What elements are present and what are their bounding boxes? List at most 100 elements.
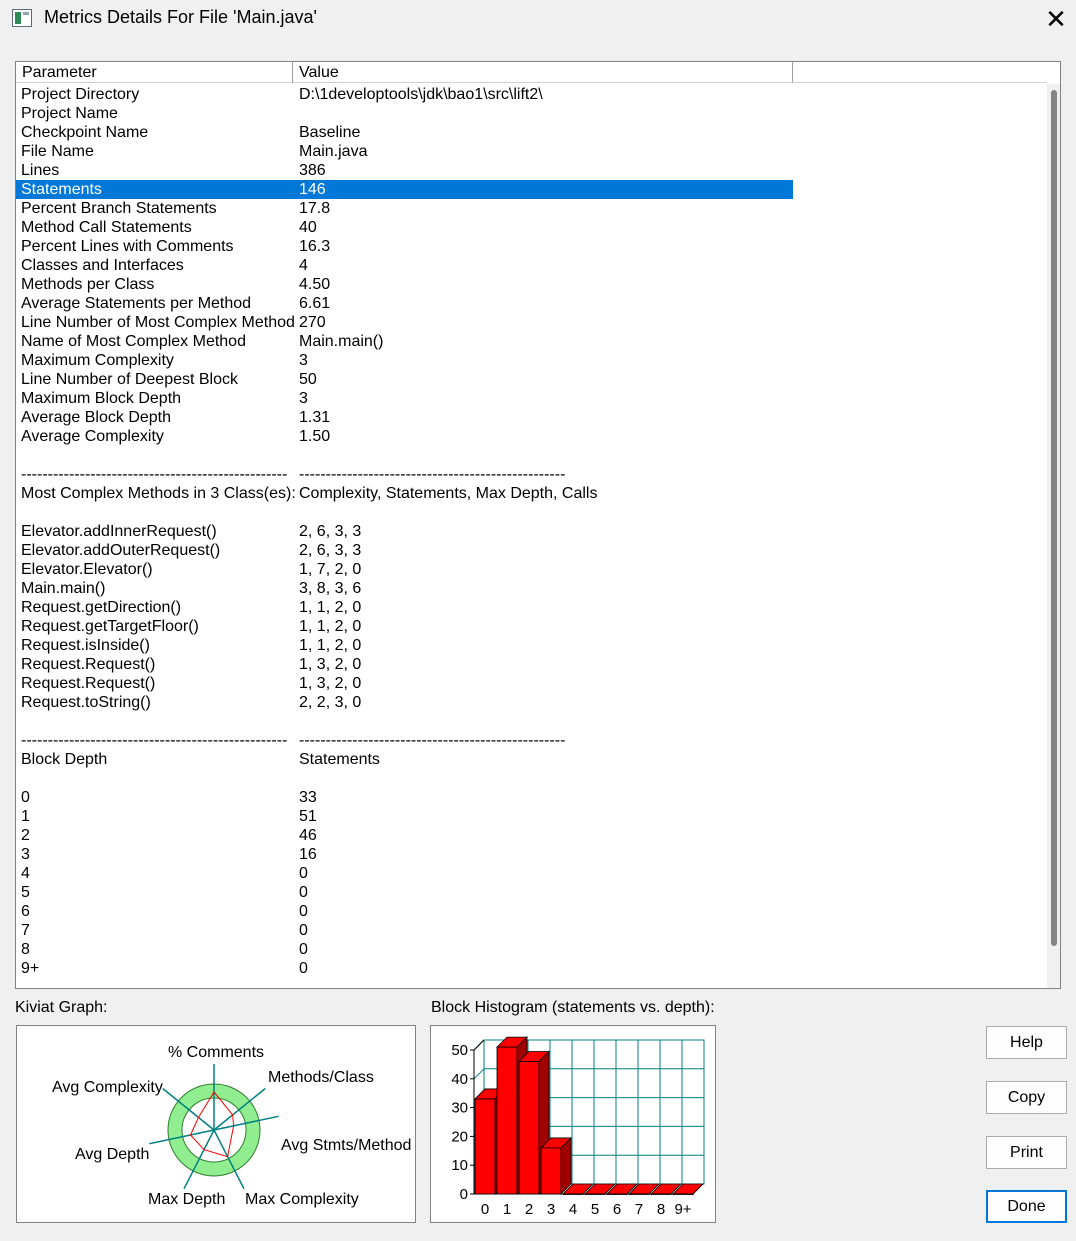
list-row[interactable] bbox=[16, 446, 1048, 465]
histogram-y-tick-label: 30 bbox=[451, 1100, 468, 1117]
list-row[interactable]: Project Name bbox=[16, 104, 1048, 123]
row-parameter: Elevator.addInnerRequest() bbox=[21, 523, 217, 540]
column-header-parameter[interactable]: Parameter bbox=[16, 62, 293, 83]
list-row[interactable]: 80 bbox=[16, 940, 1048, 959]
list-row[interactable]: 50 bbox=[16, 883, 1048, 902]
metrics-list[interactable]: Parameter Value Project Directory D:\1dev… bbox=[15, 61, 1061, 989]
list-row[interactable]: Most Complex Methods in 3 Class(es): Comp… bbox=[16, 484, 1048, 503]
list-row[interactable]: Classes and Interfaces 4 bbox=[16, 256, 1048, 275]
row-parameter: Request.Request() bbox=[21, 675, 156, 692]
kiviat-axis-label: Max Complexity bbox=[245, 1191, 359, 1208]
row-value: 1, 3, 2, 0 bbox=[299, 675, 362, 692]
list-row[interactable]: 1 51 bbox=[16, 807, 1048, 826]
list-row[interactable]: Percent Branch Statements 17.8 bbox=[16, 199, 1048, 218]
row-value: 0 bbox=[299, 865, 308, 882]
row-parameter: Line Number of Deepest Block bbox=[21, 371, 238, 388]
histogram-y-tick-label: 40 bbox=[451, 1071, 468, 1088]
row-parameter: Project Name bbox=[21, 105, 118, 122]
list-row[interactable]: Maximum Complexity 3 bbox=[16, 351, 1048, 370]
list-row[interactable]: Request.isInside() 1, 1, 2, 0 bbox=[16, 636, 1048, 655]
row-value: 16.3 bbox=[299, 238, 331, 255]
list-row[interactable] bbox=[16, 769, 1048, 788]
row-value: Main.main() bbox=[299, 333, 384, 350]
list-row[interactable]: Average Block Depth 1.31 bbox=[16, 408, 1048, 427]
row-parameter: Name of Most Complex Method bbox=[21, 333, 246, 350]
kiviat-graph: % Comments Methods/Class Avg Stmts/Metho… bbox=[16, 1025, 416, 1223]
list-row[interactable]: Checkpoint Name Baseline bbox=[16, 123, 1048, 142]
scrollbar-thumb[interactable] bbox=[1051, 90, 1057, 946]
row-value: D:\1developtools\jdk\bao1\src\lift2\ bbox=[299, 86, 543, 103]
column-header-value[interactable]: Value bbox=[293, 62, 793, 83]
vertical-scrollbar[interactable] bbox=[1047, 84, 1060, 988]
list-header: Parameter Value bbox=[16, 62, 1060, 84]
row-value: 2, 6, 3, 3 bbox=[299, 542, 362, 559]
list-row[interactable]: Maximum Block Depth 3 bbox=[16, 389, 1048, 408]
histogram-x-tick-label: 4 bbox=[569, 1201, 577, 1218]
row-parameter: Request.getDirection() bbox=[21, 599, 182, 616]
list-row[interactable]: Main.main() 3, 8, 3, 6 bbox=[16, 579, 1048, 598]
list-row[interactable]: 60 bbox=[16, 902, 1048, 921]
list-row[interactable]: Name of Most Complex Method Main.main() bbox=[16, 332, 1048, 351]
list-row[interactable]: 3 16 bbox=[16, 845, 1048, 864]
list-row[interactable]: Average Complexity 1.50 bbox=[16, 427, 1048, 446]
list-row[interactable]: Methods per Class 4.50 bbox=[16, 275, 1048, 294]
close-button[interactable]: ✕ bbox=[1038, 2, 1074, 36]
histogram-bar bbox=[628, 1193, 650, 1195]
row-parameter: Methods per Class bbox=[21, 276, 155, 293]
list-row[interactable]: Request.Request() 1, 3, 2, 0 bbox=[16, 655, 1048, 674]
row-value: Main.java bbox=[299, 143, 368, 160]
list-row[interactable]: Request.toString() 2, 2, 3, 0 bbox=[16, 693, 1048, 712]
list-row[interactable]: File Name Main.java bbox=[16, 142, 1048, 161]
list-row[interactable]: Percent Lines with Comments 16.3 bbox=[16, 237, 1048, 256]
row-value: 1.50 bbox=[299, 428, 331, 445]
list-row[interactable]: Method Call Statements 40 bbox=[16, 218, 1048, 237]
list-row[interactable]: Average Statements per Method 6.61 bbox=[16, 294, 1048, 313]
list-row[interactable]: Lines 386 bbox=[16, 161, 1048, 180]
list-row[interactable]: 70 bbox=[16, 921, 1048, 940]
histogram-x-tick-label: 8 bbox=[657, 1201, 665, 1218]
list-row[interactable]: ----------------------------------------… bbox=[16, 465, 1048, 484]
list-row[interactable]: Statements 146 bbox=[16, 180, 793, 199]
row-parameter: 8 bbox=[21, 941, 30, 958]
list-row[interactable]: Request.Request() 1, 3, 2, 0 bbox=[16, 674, 1048, 693]
row-parameter: Method Call Statements bbox=[21, 219, 192, 236]
kiviat-label: Kiviat Graph: bbox=[15, 999, 108, 1016]
histogram-bar bbox=[518, 1061, 540, 1195]
list-row[interactable] bbox=[16, 712, 1048, 731]
kiviat-axis-label: Avg Depth bbox=[75, 1146, 149, 1163]
list-row[interactable] bbox=[16, 503, 1048, 522]
list-row[interactable]: Elevator.addInnerRequest() 2, 6, 3, 3 bbox=[16, 522, 1048, 541]
copy-button[interactable]: Copy bbox=[986, 1081, 1067, 1114]
list-row[interactable]: 40 bbox=[16, 864, 1048, 883]
list-row[interactable]: Line Number of Most Complex Method 270 bbox=[16, 313, 1048, 332]
row-value: 0 bbox=[299, 903, 308, 920]
list-row[interactable]: ----------------------------------------… bbox=[16, 731, 1048, 750]
row-parameter: Most Complex Methods in 3 Class(es): bbox=[21, 485, 296, 502]
list-row[interactable]: 2 46 bbox=[16, 826, 1048, 845]
list-row[interactable]: Request.getTargetFloor() 1, 1, 2, 0 bbox=[16, 617, 1048, 636]
row-value: 40 bbox=[299, 219, 317, 236]
row-parameter: Project Directory bbox=[21, 86, 140, 103]
row-parameter: Percent Lines with Comments bbox=[21, 238, 234, 255]
help-button[interactable]: Help bbox=[986, 1026, 1067, 1059]
row-parameter: 4 bbox=[21, 865, 30, 882]
row-parameter: 7 bbox=[21, 922, 30, 939]
print-button[interactable]: Print bbox=[986, 1136, 1067, 1169]
list-row[interactable]: 9+ 0 bbox=[16, 959, 1048, 978]
kiviat-axis-label: % Comments bbox=[168, 1044, 264, 1061]
list-row[interactable]: Elevator.addOuterRequest() 2, 6, 3, 3 bbox=[16, 541, 1048, 560]
list-row[interactable]: Line Number of Deepest Block 50 bbox=[16, 370, 1048, 389]
list-row[interactable]: 0 33 bbox=[16, 788, 1048, 807]
row-parameter: ----------------------------------------… bbox=[21, 732, 288, 749]
list-row[interactable]: Elevator.Elevator() 1, 7, 2, 0 bbox=[16, 560, 1048, 579]
list-row[interactable]: Block Depth Statements bbox=[16, 750, 1048, 769]
row-value: 1, 7, 2, 0 bbox=[299, 561, 362, 578]
done-button[interactable]: Done bbox=[986, 1190, 1067, 1223]
list-row[interactable]: Request.getDirection() 1, 1, 2, 0 bbox=[16, 598, 1048, 617]
list-row[interactable]: Project Directory D:\1developtools\jdk\ba… bbox=[16, 85, 1048, 104]
row-value: 3 bbox=[299, 390, 308, 407]
row-value: 2, 2, 3, 0 bbox=[299, 694, 362, 711]
row-parameter: Request.getTargetFloor() bbox=[21, 618, 199, 635]
histogram-y-tick-label: 0 bbox=[460, 1186, 468, 1203]
histogram-x-tick-label: 5 bbox=[591, 1201, 599, 1218]
